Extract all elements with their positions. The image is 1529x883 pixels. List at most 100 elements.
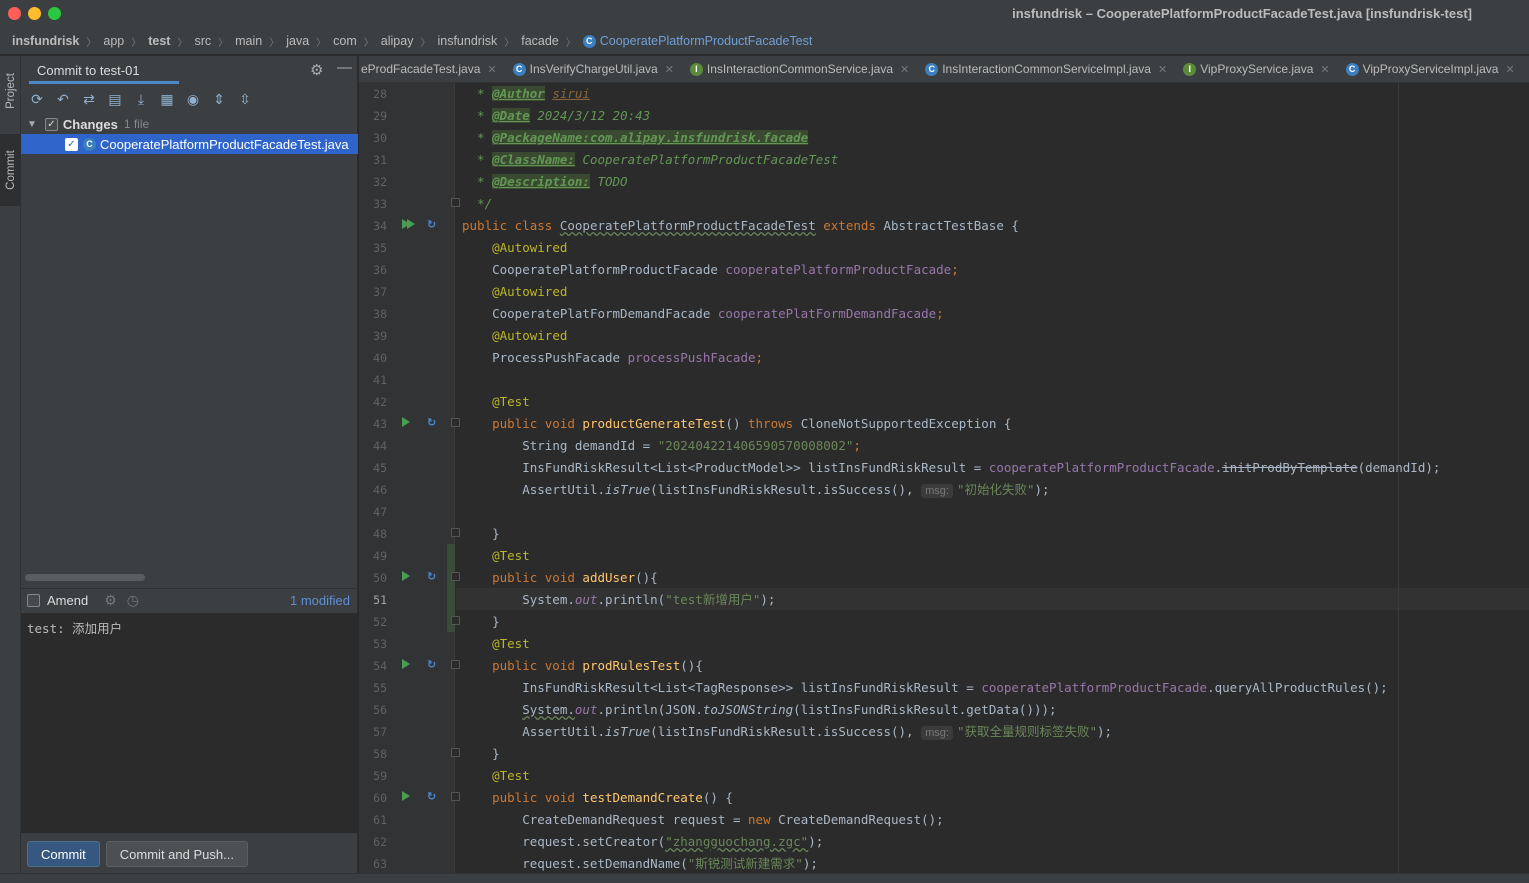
collapse-all-icon[interactable]: ⇳ [235, 89, 255, 109]
fold-icon[interactable] [451, 418, 460, 427]
run-test-icon[interactable] [402, 659, 410, 669]
changed-file-row[interactable]: ✓ C CooperatePlatformProductFacadeTest.j… [21, 134, 358, 154]
breadcrumb-item[interactable]: alipay [381, 34, 414, 48]
minimize-window-button[interactable] [28, 7, 41, 20]
fold-icon[interactable] [451, 748, 460, 757]
close-icon[interactable]: ✕ [487, 63, 496, 76]
chevron-down-icon[interactable]: ▼ [27, 119, 37, 130]
doc-tag: @ClassName: [492, 152, 575, 167]
tab-label: InsInteractionCommonServiceImpl.java [942, 62, 1151, 76]
commit-panel-title[interactable]: Commit to test-01 [37, 63, 140, 78]
close-icon[interactable]: ✕ [665, 63, 674, 76]
diff-icon[interactable]: ⇄ [79, 89, 99, 109]
project-tool-tab[interactable]: Project [0, 60, 21, 122]
close-window-button[interactable] [8, 7, 21, 20]
changes-node[interactable]: ▼ ✓ Changes 1 file [21, 114, 358, 134]
method-name: productGenerateTest [582, 416, 726, 431]
commit-tool-tab[interactable]: Commit [0, 134, 21, 206]
group-by-icon[interactable]: ▦ [157, 89, 177, 109]
breadcrumb-item[interactable]: com [333, 34, 357, 48]
run-test-icon[interactable] [402, 791, 410, 801]
jump-to-test-icon[interactable]: ↻ [427, 658, 436, 671]
gear-icon[interactable]: ⚙ [310, 61, 323, 79]
editor-tab-overflow[interactable]: E [1523, 56, 1529, 82]
editor-tab[interactable]: C VipProxyServiceImpl.java ✕ [1338, 56, 1523, 82]
run-test-icon[interactable] [402, 571, 410, 581]
chevron-right-icon: 〉 [565, 37, 576, 49]
code-line: @Test [462, 391, 530, 413]
close-icon[interactable]: ✕ [900, 63, 909, 76]
fold-icon[interactable] [451, 616, 460, 625]
code-editor[interactable]: ↻ ↻ ↻ ↻ ↻ 28 29 30 31 32 33 34 35 36 37 … [359, 83, 1529, 873]
breadcrumb-item[interactable]: java [286, 34, 309, 48]
amend-checkbox[interactable] [27, 594, 40, 607]
line-number: 37 [373, 285, 387, 299]
var-name: request [672, 812, 726, 827]
commit-and-push-button[interactable]: Commit and Push... [105, 841, 248, 867]
chevron-right-icon: 〉 [316, 37, 327, 49]
fold-icon[interactable] [451, 198, 460, 207]
editor-tab[interactable]: C InsInteractionCommonServiceImpl.java ✕ [917, 56, 1175, 82]
project-tab-label: Project [4, 73, 17, 109]
code-line: } [462, 746, 500, 761]
close-icon[interactable]: ✕ [1158, 63, 1167, 76]
horizontal-scrollbar[interactable] [25, 574, 145, 581]
line-number: 31 [373, 153, 387, 167]
changes-checkbox[interactable]: ✓ [44, 117, 58, 131]
modified-count-link[interactable]: 1 modified [290, 593, 350, 608]
fold-icon[interactable] [451, 792, 460, 801]
var-name: listInsFundRiskResult [800, 680, 959, 695]
gear-icon[interactable]: ⚙ [104, 592, 117, 609]
editor-tab[interactable]: I VipProxyService.java ✕ [1175, 56, 1337, 82]
jump-to-test-icon[interactable]: ↻ [427, 218, 436, 231]
breadcrumb-item[interactable]: src [194, 34, 211, 48]
fold-icon[interactable] [451, 660, 460, 669]
rollback-icon[interactable]: ↶ [53, 89, 73, 109]
code-line: * @PackageName:com.alipay.insfundrisk.fa… [462, 130, 809, 145]
shelve-icon[interactable]: ▤ [105, 89, 125, 109]
breadcrumb-current[interactable]: CooperatePlatformProductFacadeTest [600, 34, 813, 48]
amend-label: Amend [47, 593, 89, 608]
editor-tab[interactable]: I InsInteractionCommonService.java ✕ [682, 56, 917, 82]
line-number: 49 [373, 549, 387, 563]
expand-all-icon[interactable]: ⇕ [209, 89, 229, 109]
zoom-window-button[interactable] [48, 7, 61, 20]
jump-to-test-icon[interactable]: ↻ [427, 570, 436, 583]
breadcrumb-item[interactable]: main [235, 34, 262, 48]
editor-tab[interactable]: C InsVerifyChargeUtil.java ✕ [505, 56, 682, 82]
commit-button[interactable]: Commit [27, 841, 100, 867]
fold-icon[interactable] [451, 528, 460, 537]
run-test-icon[interactable] [402, 417, 410, 427]
line-number: 57 [373, 725, 387, 739]
breadcrumb-item[interactable]: test [148, 34, 170, 48]
call-args: (listInsFundRiskResult.isSuccess(), [650, 482, 922, 497]
line-number: 42 [373, 395, 387, 409]
chevron-right-icon: 〉 [131, 37, 142, 49]
jump-to-test-icon[interactable]: ↻ [427, 416, 436, 429]
field-name: processPushFacade [627, 350, 756, 365]
commit-message-input[interactable]: test: 添加用户 [21, 613, 358, 833]
doc-value: 2024/3/12 20:43 [537, 108, 651, 123]
hide-panel-icon[interactable]: — [337, 59, 352, 76]
line-number: 50 [373, 571, 387, 585]
refresh-icon[interactable]: ⟳ [27, 89, 47, 109]
method-name: prodRulesTest [582, 658, 681, 673]
fold-icon[interactable] [451, 572, 460, 581]
run-class-icon[interactable] [402, 219, 415, 229]
breadcrumb-item[interactable]: insfundrisk [437, 34, 497, 48]
close-icon[interactable]: ✕ [1320, 63, 1329, 76]
code-line: AssertUtil.isTrue(listInsFundRiskResult.… [522, 482, 1050, 498]
breadcrumb-item[interactable]: app [103, 34, 124, 48]
history-icon[interactable]: ◷ [127, 592, 139, 609]
update-icon[interactable]: ⤓ [131, 89, 151, 109]
jump-to-test-icon[interactable]: ↻ [427, 790, 436, 803]
line-number: 61 [373, 813, 387, 827]
breadcrumb-item[interactable]: facade [521, 34, 559, 48]
file-checkbox[interactable]: ✓ [65, 137, 78, 151]
eye-icon[interactable]: ◉ [183, 89, 203, 109]
editor-tab[interactable]: eProdFacadeTest.java ✕ [359, 56, 505, 82]
code-line: @Test [462, 545, 530, 567]
close-icon[interactable]: ✕ [1505, 63, 1514, 76]
breadcrumb-item[interactable]: insfundrisk [12, 34, 79, 48]
string-literal: "获取全量规则标签失败" [956, 724, 1098, 739]
